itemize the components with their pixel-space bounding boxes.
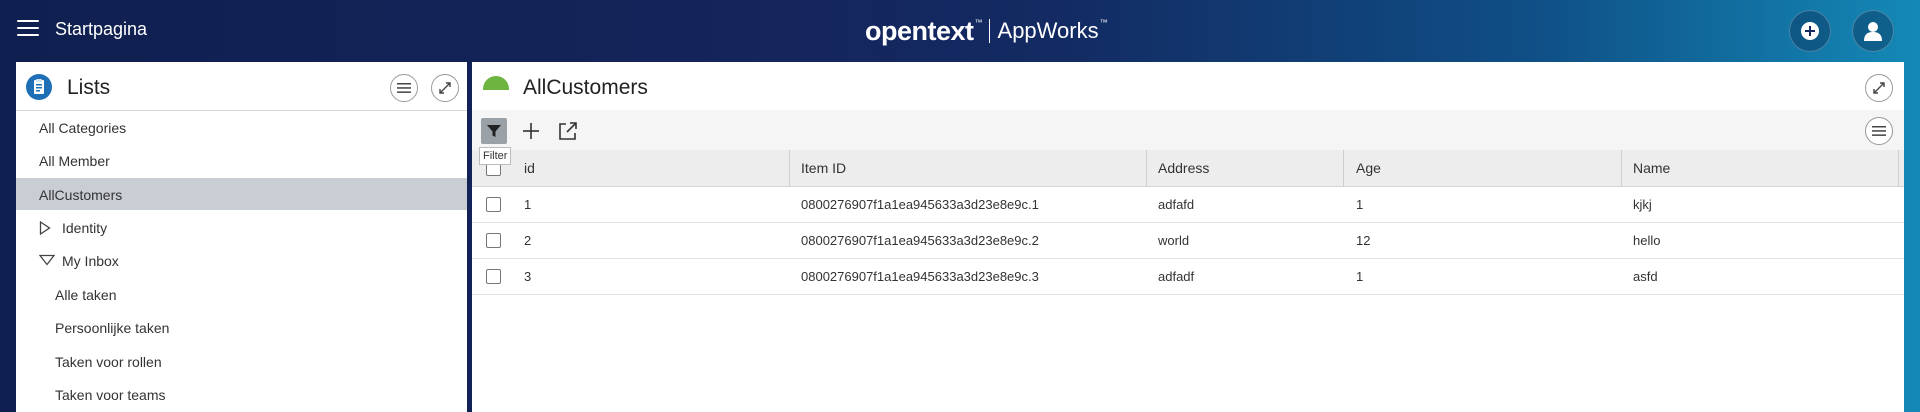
- lists-options-button[interactable]: [390, 74, 418, 102]
- lists-panel-title: Lists: [67, 76, 111, 99]
- brand-logo: opentext ™ AppWorks ™: [865, 14, 1108, 48]
- content-panel: AllCustomers Filter id Item ID Address A…: [472, 62, 1904, 412]
- column-separator[interactable]: [1343, 150, 1344, 186]
- table-header: id Item ID Address Age Name: [472, 150, 1904, 187]
- table-options-button[interactable]: [1865, 117, 1893, 145]
- list-item-all-member[interactable]: All Member: [16, 144, 467, 176]
- cell-item-id: 0800276907f1a1ea945633a3d23e8e9c.1: [801, 197, 1039, 212]
- cell-name: asfd: [1633, 269, 1658, 284]
- add-button[interactable]: [1789, 10, 1831, 52]
- product-trademark: ™: [1099, 17, 1108, 27]
- list-item-label: All Member: [39, 153, 110, 169]
- table-row[interactable]: 3 0800276907f1a1ea945633a3d23e8e9c.3 adf…: [472, 259, 1904, 295]
- cell-id: 3: [524, 269, 532, 284]
- list-item-label: My Inbox: [62, 253, 119, 269]
- brand-divider: [988, 19, 990, 43]
- list-item-taken-voor-teams[interactable]: Taken voor teams: [16, 378, 467, 410]
- cell-id: 2: [524, 233, 532, 248]
- row-checkbox[interactable]: [486, 269, 501, 284]
- column-separator[interactable]: [789, 150, 790, 186]
- cell-name: kjkj: [1633, 197, 1652, 212]
- column-header-age[interactable]: Age: [1356, 150, 1381, 186]
- list-item-label: Alle taken: [55, 287, 117, 303]
- cell-name: hello: [1633, 233, 1661, 248]
- column-separator[interactable]: [1146, 150, 1147, 186]
- column-header-name[interactable]: Name: [1633, 150, 1670, 186]
- list-item-label: Taken voor teams: [55, 387, 166, 403]
- expand-icon: [1873, 82, 1885, 94]
- list-item-label: AllCustomers: [39, 187, 123, 203]
- cell-age: 1: [1356, 197, 1364, 212]
- row-checkbox[interactable]: [486, 197, 501, 212]
- user-profile-button[interactable]: [1852, 10, 1894, 52]
- cell-id: 1: [524, 197, 532, 212]
- column-header-id[interactable]: id: [524, 150, 535, 186]
- options-menu-icon: [1872, 126, 1886, 136]
- cell-item-id: 0800276907f1a1ea945633a3d23e8e9c.3: [801, 269, 1039, 284]
- open-item-button[interactable]: [555, 118, 581, 144]
- content-panel-header: AllCustomers: [472, 62, 1904, 110]
- list-item-my-inbox[interactable]: My Inbox: [16, 244, 467, 276]
- list-item-label: Persoonlijke taken: [55, 320, 170, 336]
- caret-down-icon[interactable]: [39, 254, 55, 266]
- lists-expand-button[interactable]: [431, 74, 459, 102]
- filter-icon: [487, 125, 501, 137]
- content-expand-button[interactable]: [1865, 74, 1893, 102]
- content-panel-title: AllCustomers: [523, 76, 648, 99]
- top-bar: Startpagina opentext ™ AppWorks ™: [0, 0, 1920, 62]
- list-toolbar: Filter: [472, 110, 1904, 165]
- brand-trademark: ™: [974, 17, 983, 27]
- list-type-icon: [483, 76, 509, 90]
- column-header-item-id[interactable]: Item ID: [801, 150, 846, 186]
- lists-panel-header: Lists: [16, 62, 467, 111]
- list-item-label: Taken voor rollen: [55, 354, 162, 370]
- new-item-button[interactable]: [518, 118, 544, 144]
- brand-name: opentext: [865, 15, 974, 46]
- list-item-label: All Categories: [39, 120, 127, 136]
- clipboard-list-icon: [26, 74, 52, 100]
- cell-item-id: 0800276907f1a1ea945633a3d23e8e9c.2: [801, 233, 1039, 248]
- list-item-taken-voor-rollen[interactable]: Taken voor rollen: [16, 345, 467, 377]
- lists-panel: Lists All Categories All Member AllCusto…: [16, 62, 467, 412]
- column-separator[interactable]: [1621, 150, 1622, 186]
- cell-address: adfafd: [1158, 197, 1195, 212]
- cell-address: world: [1158, 233, 1190, 248]
- list-item-alle-taken[interactable]: Alle taken: [16, 278, 467, 310]
- list-item-label: Identity: [62, 220, 108, 236]
- list-item-identity[interactable]: Identity: [16, 211, 467, 243]
- plus-circle-icon: [1801, 22, 1819, 40]
- expand-icon: [439, 82, 451, 94]
- customers-table: id Item ID Address Age Name 1 0800276907…: [472, 150, 1904, 295]
- list-item-allcustomers[interactable]: AllCustomers: [16, 178, 467, 210]
- list-item-all-categories[interactable]: All Categories: [16, 111, 467, 143]
- hamburger-menu-icon[interactable]: [17, 20, 39, 38]
- table-row[interactable]: 1 0800276907f1a1ea945633a3d23e8e9c.1 adf…: [472, 187, 1904, 223]
- row-checkbox[interactable]: [486, 233, 501, 248]
- table-row[interactable]: 2 0800276907f1a1ea945633a3d23e8e9c.2 wor…: [472, 223, 1904, 259]
- caret-right-icon[interactable]: [39, 221, 51, 235]
- cell-age: 12: [1356, 233, 1371, 248]
- list-item-persoonlijke-taken[interactable]: Persoonlijke taken: [16, 311, 467, 343]
- plus-icon: [523, 123, 539, 139]
- home-title[interactable]: Startpagina: [55, 19, 147, 40]
- filter-tooltip: Filter: [479, 147, 512, 165]
- user-icon: [1864, 22, 1882, 41]
- product-name: AppWorks: [997, 18, 1099, 43]
- cell-address: adfadf: [1158, 269, 1195, 284]
- column-separator[interactable]: [1898, 150, 1899, 186]
- open-external-icon: [559, 122, 577, 140]
- filter-button[interactable]: Filter: [479, 118, 512, 165]
- options-menu-icon: [397, 83, 411, 93]
- column-header-address[interactable]: Address: [1158, 150, 1209, 186]
- cell-age: 1: [1356, 269, 1364, 284]
